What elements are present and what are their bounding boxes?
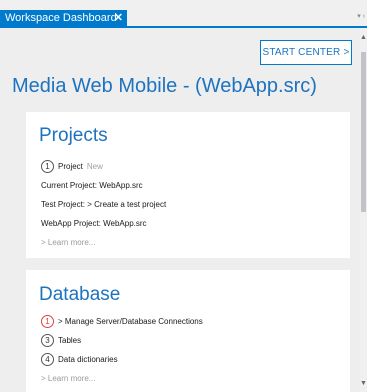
database-learn-more-link[interactable]: > Learn more... [41,372,95,386]
project-label: Project [58,162,83,171]
database-heading: Database [39,284,121,305]
project-step-row: 1 Project New [41,160,103,174]
projects-heading: Projects [39,125,108,146]
document-tab-strip: Workspace Dashboard ✕ ▾ › [0,0,367,28]
vertical-scrollbar[interactable]: ▲ ▼ [360,28,367,392]
database-card: Database 1 > Manage Server/Database Conne… [26,270,350,392]
step-number-badge: 1 [41,160,54,174]
page-title: Media Web Mobile - (WebApp.src) [12,75,317,97]
tab-overflow-icon[interactable]: ▾ › [353,12,365,22]
tables-link[interactable]: Tables [58,336,81,345]
webapp-project-row[interactable]: WebApp Project: WebApp.src [41,217,147,231]
manage-connections-link[interactable]: > Manage Server/Database Connections [58,317,203,326]
new-project-link[interactable]: New [87,162,103,171]
data-dictionaries-row[interactable]: 4 Data dictionaries [41,353,118,367]
projects-learn-more-link[interactable]: > Learn more... [41,236,95,250]
tab-title: Workspace Dashboard [5,12,117,24]
dictionaries-count-badge: 4 [41,353,54,367]
tables-count-badge: 3 [41,334,54,348]
tables-row[interactable]: 3 Tables [41,334,81,348]
tab-workspace-dashboard[interactable]: Workspace Dashboard ✕ [0,10,127,26]
current-project-row[interactable]: Current Project: WebApp.src [41,179,143,193]
scroll-up-icon[interactable]: ▲ [360,34,367,42]
manage-connections-row[interactable]: 1 > Manage Server/Database Connections [41,315,203,329]
scrollbar-thumb[interactable] [361,52,366,212]
test-project-row[interactable]: Test Project: > Create a test project [41,198,166,212]
data-dictionaries-link[interactable]: Data dictionaries [58,355,118,364]
warning-number-badge: 1 [41,315,54,329]
close-icon[interactable]: ✕ [114,10,123,26]
start-center-button[interactable]: START CENTER > [260,40,352,65]
dashboard-content: START CENTER > Media Web Mobile - (WebAp… [0,28,360,392]
scroll-down-icon[interactable]: ▼ [360,380,367,388]
projects-card: Projects 1 Project New Current Project: We… [26,112,350,258]
